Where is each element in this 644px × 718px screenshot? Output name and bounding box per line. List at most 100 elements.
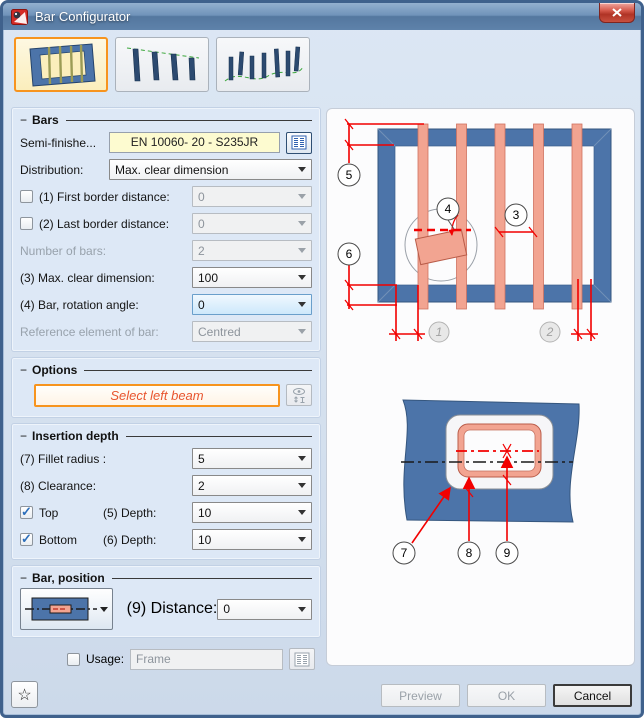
reference-select: Centred	[192, 321, 312, 342]
fillet-radius-select[interactable]: 5	[192, 448, 312, 469]
distribution-row: Distribution: Max. clear dimension	[20, 156, 312, 183]
semi-finished-label: Semi-finishe...	[20, 135, 97, 150]
semi-finished-field[interactable]: EN 10060- 20 - S235JR	[109, 132, 280, 153]
bottom-depth-select[interactable]: 10	[192, 529, 312, 550]
chevron-down-icon	[298, 456, 306, 465]
frame-bars-thumbnail-icon	[29, 43, 96, 87]
callout-7: 7	[401, 546, 408, 560]
distance-label: (9) Distance:	[126, 600, 218, 617]
bar-position-group: − Bar, position (9) Distance: 0	[11, 565, 321, 638]
eye-pick-icon	[293, 387, 305, 403]
section-table-button[interactable]	[286, 131, 312, 154]
table-icon	[294, 652, 310, 666]
bar-position-dropdown[interactable]	[20, 588, 113, 630]
first-border-checkbox[interactable]	[20, 190, 33, 203]
top-checkbox[interactable]	[20, 504, 33, 520]
clearance-select[interactable]: 2	[192, 475, 312, 496]
last-border-label: (2) Last border distance:	[39, 216, 170, 231]
options-group: − Options Select left beam	[11, 357, 321, 418]
rotation-select[interactable]: 0	[192, 294, 312, 315]
options-group-title: Options	[32, 363, 78, 377]
group-rule	[125, 435, 312, 437]
cancel-button[interactable]: Cancel	[553, 684, 632, 707]
star-icon: ☆	[17, 686, 32, 704]
frame-top-view: 5 6 4 3 1 2	[337, 118, 612, 343]
select-left-beam-button[interactable]: Select left beam	[34, 383, 280, 407]
select-beam-row: Select left beam	[20, 379, 312, 411]
footer-buttons: Preview OK Cancel	[381, 684, 632, 707]
chevron-down-icon	[298, 329, 306, 338]
max-clear-label: (3) Max. clear dimension:	[20, 270, 155, 285]
chevron-down-icon	[298, 537, 306, 546]
chevron-down-icon	[298, 275, 306, 284]
callout-4: 4	[445, 202, 452, 216]
bottom-checkbox[interactable]	[20, 531, 33, 547]
top-depth-select[interactable]: 10	[192, 502, 312, 523]
table-icon	[291, 135, 307, 150]
bars-group-title: Bars	[32, 113, 59, 127]
bar-type-straight-button[interactable]	[115, 37, 209, 92]
usage-checkbox[interactable]	[67, 652, 80, 666]
ok-button: OK	[467, 684, 546, 707]
number-of-bars-select: 2	[192, 240, 312, 261]
clearance-label: (8) Clearance:	[20, 478, 97, 493]
bars-group: − Bars Semi-finishe... EN 10060- 20 - S2…	[11, 107, 321, 352]
distribution-select[interactable]: Max. clear dimension	[109, 159, 312, 180]
bar-type-frame-button[interactable]	[14, 37, 108, 92]
max-clear-select[interactable]: 100	[192, 267, 312, 288]
favorites-button[interactable]: ☆	[11, 681, 38, 708]
bar-type-selector	[14, 37, 310, 92]
callouts-bottom: 7 8 9	[392, 541, 519, 565]
bar-position-preview-icon	[25, 597, 97, 621]
group-rule	[111, 577, 312, 579]
bottom-depth-row: Bottom (6) Depth: 10	[20, 526, 312, 553]
callout-1: 1	[436, 325, 443, 339]
usage-input[interactable]	[130, 648, 284, 670]
number-of-bars-row: Number of bars: 2	[20, 237, 312, 264]
group-rule	[65, 119, 312, 121]
usage-label: Usage:	[86, 652, 125, 666]
clearance-row: (8) Clearance: 2	[20, 472, 312, 499]
number-of-bars-label: Number of bars:	[20, 243, 107, 258]
top-depth-row: Top (5) Depth: 10	[20, 499, 312, 526]
preview-panel: 5 6 4 3 1 2 7 8 9	[326, 108, 635, 666]
insertion-depth-group: − Insertion depth (7) Fillet radius : 5 …	[11, 423, 321, 560]
bars-group-header: − Bars	[20, 111, 312, 129]
polyline-bars-thumbnail-icon	[224, 46, 304, 82]
first-border-select: 0	[192, 186, 312, 207]
collapse-icon[interactable]: −	[20, 429, 27, 443]
last-border-checkbox[interactable]	[20, 217, 33, 230]
collapse-icon[interactable]: −	[20, 571, 27, 585]
collapse-icon[interactable]: −	[20, 363, 27, 377]
settings-panel: − Bars Semi-finishe... EN 10060- 20 - S2…	[11, 107, 321, 670]
bottom-label: Bottom	[39, 532, 78, 547]
close-icon	[612, 8, 622, 17]
chevron-down-icon	[298, 194, 306, 203]
close-button[interactable]	[599, 3, 635, 23]
fillet-radius-label: (7) Fillet radius :	[20, 451, 107, 466]
max-clear-row: (3) Max. clear dimension: 100	[20, 264, 312, 291]
app-icon	[11, 8, 28, 25]
callout-6: 6	[346, 247, 353, 261]
chevron-down-icon	[298, 483, 306, 492]
collapse-icon[interactable]: −	[20, 113, 27, 127]
chevron-down-icon	[99, 606, 108, 616]
position-group-title: Bar, position	[32, 571, 105, 585]
window-title: Bar Configurator	[35, 9, 131, 24]
position-row: (9) Distance: 0	[20, 587, 312, 631]
chevron-down-icon	[298, 302, 306, 311]
preview-button: Preview	[381, 684, 460, 707]
bar-type-polyline-button[interactable]	[216, 37, 310, 92]
fillet-radius-row: (7) Fillet radius : 5	[20, 445, 312, 472]
chevron-down-icon	[298, 167, 306, 176]
position-group-header: − Bar, position	[20, 569, 312, 587]
distance-select[interactable]: 0	[217, 598, 312, 620]
callout-2: 2	[546, 325, 554, 339]
reference-row: Reference element of bar: Centred	[20, 318, 312, 345]
last-border-select: 0	[192, 213, 312, 234]
chevron-down-icon	[298, 606, 306, 616]
distribution-label: Distribution:	[20, 162, 84, 177]
usage-row: Usage:	[67, 648, 321, 670]
callout-9: 9	[504, 546, 511, 560]
rotation-row: (4) Bar, rotation angle: 0	[20, 291, 312, 318]
